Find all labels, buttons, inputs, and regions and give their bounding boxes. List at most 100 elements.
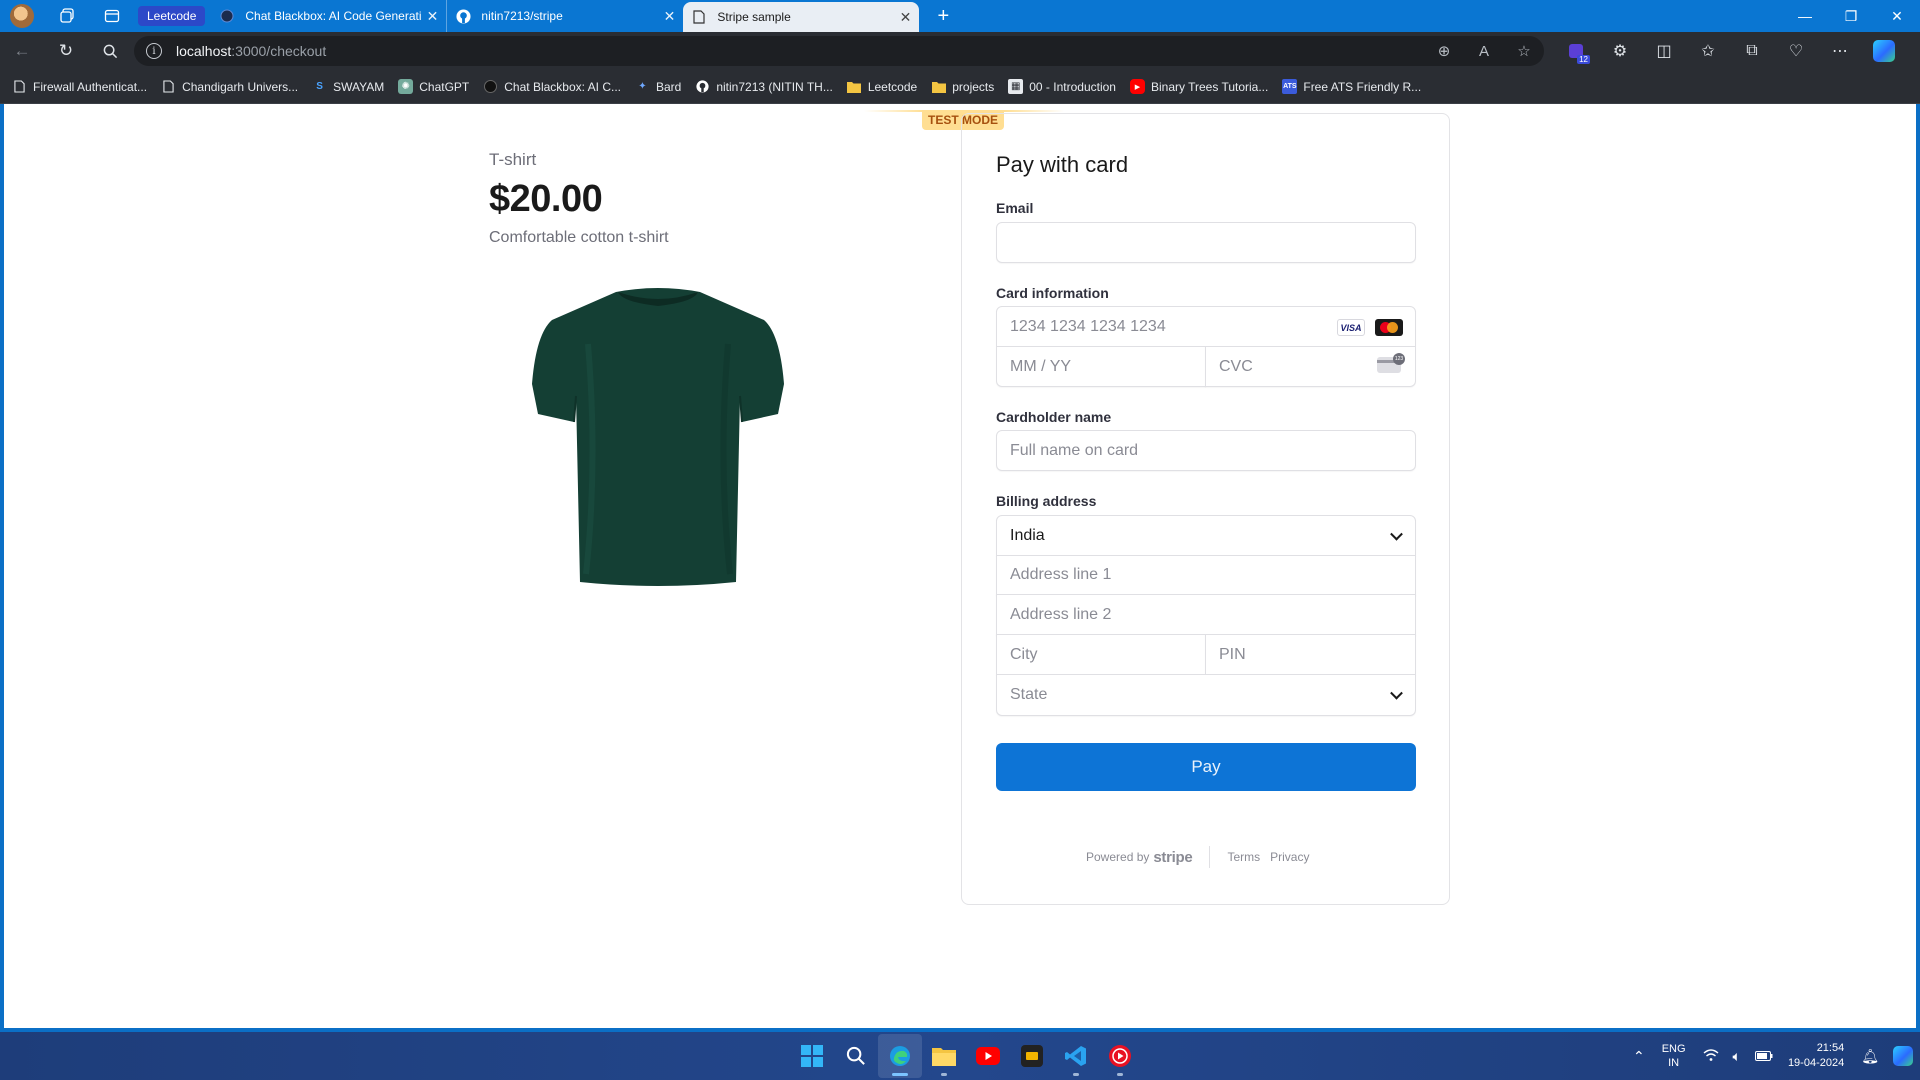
state-placeholder: State xyxy=(1010,686,1048,703)
copilot-taskbar-icon[interactable] xyxy=(1893,1046,1913,1066)
address-line1-input[interactable]: Address line 1 xyxy=(996,555,1416,595)
mastercard-icon xyxy=(1375,319,1403,336)
vscode-taskbar-icon[interactable] xyxy=(1054,1034,1098,1078)
extensions-icon[interactable]: ⚙ xyxy=(1598,32,1642,70)
tab-actions-icon[interactable] xyxy=(90,0,134,32)
more-menu-icon[interactable]: ⋯ xyxy=(1818,32,1862,70)
folder-icon xyxy=(931,79,946,94)
browser-essentials-icon[interactable]: ♡ xyxy=(1774,32,1818,70)
bookmark-bard[interactable]: ✦ Bard xyxy=(635,79,681,94)
city-placeholder: City xyxy=(1010,645,1038,663)
favorite-star-icon[interactable]: ☆ xyxy=(1504,42,1544,60)
wifi-icon[interactable] xyxy=(1703,1048,1719,1065)
state-select[interactable]: State xyxy=(996,674,1416,716)
volume-icon[interactable]: 🔈︎ xyxy=(1733,1048,1741,1065)
url-field[interactable]: i localhost:3000/checkout ⊕ A ☆ xyxy=(134,36,1544,66)
bookmark-chatgpt[interactable]: ✺ ChatGPT xyxy=(398,79,469,94)
favorites-icon[interactable]: ✩ xyxy=(1686,32,1730,70)
language-indicator[interactable]: ENG IN xyxy=(1662,1042,1686,1070)
folder-icon xyxy=(847,79,862,94)
pay-title: Pay with card xyxy=(996,152,1129,177)
terms-link[interactable]: Terms xyxy=(1227,850,1260,864)
youtube-taskbar-icon[interactable] xyxy=(966,1034,1010,1078)
minimize-button[interactable]: — xyxy=(1782,0,1828,32)
cvc-card-icon xyxy=(1377,353,1405,373)
close-window-button[interactable]: ✕ xyxy=(1874,0,1920,32)
new-tab-button[interactable]: + xyxy=(927,0,959,32)
restore-button[interactable]: ❐ xyxy=(1828,0,1874,32)
battery-icon[interactable] xyxy=(1754,1048,1773,1064)
bookmark-blackbox[interactable]: Chat Blackbox: AI C... xyxy=(483,79,621,94)
cvc-input[interactable]: CVC xyxy=(1205,346,1416,387)
city-input[interactable]: City xyxy=(996,634,1206,675)
app-taskbar-icon[interactable] xyxy=(1010,1034,1054,1078)
bookmark-ats[interactable]: ATS Free ATS Friendly R... xyxy=(1282,79,1421,94)
visa-icon: VISA xyxy=(1337,319,1365,336)
pay-button[interactable]: Pay xyxy=(996,743,1416,791)
split-screen-icon[interactable]: ◫ xyxy=(1642,32,1686,70)
running-indicator xyxy=(1117,1073,1123,1076)
workspaces-icon[interactable] xyxy=(46,0,90,32)
copilot-icon[interactable] xyxy=(1862,32,1906,70)
cardholder-label: Cardholder name xyxy=(996,409,1112,425)
bookmark-github[interactable]: nitin7213 (NITIN TH... xyxy=(695,79,833,94)
edge-taskbar-icon[interactable] xyxy=(878,1034,922,1078)
privacy-link[interactable]: Privacy xyxy=(1270,850,1309,864)
bookmark-swayam[interactable]: S SWAYAM xyxy=(312,79,384,94)
clock[interactable]: 21:54 19-04-2024 xyxy=(1788,1041,1844,1071)
file-explorer-icon[interactable] xyxy=(922,1034,966,1078)
notification-bell-icon[interactable]: 🔔︎ xyxy=(1861,1048,1879,1065)
tab-github[interactable]: nitin7213/stripe ✕ xyxy=(447,0,683,32)
running-indicator xyxy=(1073,1073,1079,1076)
bookmark-binary-trees[interactable]: ▶ Binary Trees Tutoria... xyxy=(1129,79,1268,94)
close-tab-icon[interactable]: ✕ xyxy=(427,8,439,25)
collections-icon[interactable]: ⧉ xyxy=(1730,32,1774,70)
blackbox-icon xyxy=(219,8,235,24)
url-host: localhost xyxy=(176,43,232,59)
title-bar: Leetcode Chat Blackbox: AI Code Generati… xyxy=(0,0,1920,32)
bookmark-chandigarh[interactable]: Chandigarh Univers... xyxy=(161,79,298,94)
address-line2-input[interactable]: Address line 2 xyxy=(996,594,1416,635)
close-tab-icon[interactable]: ✕ xyxy=(664,8,676,25)
expiry-input[interactable]: MM / YY xyxy=(996,346,1206,387)
page-icon xyxy=(12,79,27,94)
system-tray: ⌃ ENG IN 🔈︎ 21:54 19-04-2024 🔔︎ xyxy=(1626,1032,1920,1080)
tab-stripe-sample[interactable]: Stripe sample ✕ xyxy=(683,2,920,32)
cvc-placeholder: CVC xyxy=(1219,357,1253,375)
cardholder-name-input[interactable]: Full name on card xyxy=(996,430,1416,471)
tab-group-leetcode[interactable]: Leetcode xyxy=(138,6,206,26)
site-info-icon[interactable]: i xyxy=(146,43,162,59)
email-field[interactable] xyxy=(996,222,1416,263)
ats-icon: ATS xyxy=(1282,79,1298,94)
card-number-input[interactable]: 1234 1234 1234 1234 VISA xyxy=(996,306,1416,347)
read-aloud-icon[interactable]: A xyxy=(1464,43,1504,60)
bookmark-folder-leetcode[interactable]: Leetcode xyxy=(847,79,917,94)
clock-date: 19-04-2024 xyxy=(1787,1057,1845,1069)
pin-input[interactable]: PIN xyxy=(1205,634,1416,675)
media-player-icon[interactable] xyxy=(1098,1034,1142,1078)
chevron-up-icon[interactable]: ⌃ xyxy=(1633,1048,1645,1065)
youtube-icon: ▶ xyxy=(1129,79,1145,94)
stripe-logo[interactable]: stripe xyxy=(1153,849,1192,866)
taskbar-search-icon[interactable] xyxy=(834,1034,878,1078)
country-select[interactable]: India xyxy=(996,515,1416,556)
back-button[interactable]: ← xyxy=(0,32,44,70)
profile-avatar[interactable] xyxy=(10,4,34,28)
bookmark-folder-projects[interactable]: projects xyxy=(931,79,994,94)
tab-blackbox[interactable]: Chat Blackbox: AI Code Generati ✕ xyxy=(211,0,448,32)
swayam-icon: S xyxy=(316,81,323,92)
extension-badge-count: 12 xyxy=(1577,55,1590,64)
close-tab-icon[interactable]: ✕ xyxy=(900,9,912,26)
bookmark-introduction[interactable]: ▦ 00 - Introduction xyxy=(1008,79,1116,94)
running-indicator xyxy=(941,1073,947,1076)
extension-badge-icon[interactable]: 12 xyxy=(1554,32,1598,70)
search-icon[interactable] xyxy=(88,32,132,70)
blackbox-icon xyxy=(483,79,498,94)
bookmark-firewall[interactable]: Firewall Authenticat... xyxy=(12,79,147,94)
refresh-button[interactable]: ↻ xyxy=(44,32,88,70)
zoom-icon[interactable]: ⊕ xyxy=(1424,42,1464,60)
checkout-page: T-shirt $20.00 Comfortable cotton t-shir… xyxy=(4,104,1916,1028)
start-button[interactable] xyxy=(790,1034,834,1078)
address-line1-placeholder: Address line 1 xyxy=(1010,566,1112,583)
cardholder-placeholder: Full name on card xyxy=(1010,441,1139,459)
